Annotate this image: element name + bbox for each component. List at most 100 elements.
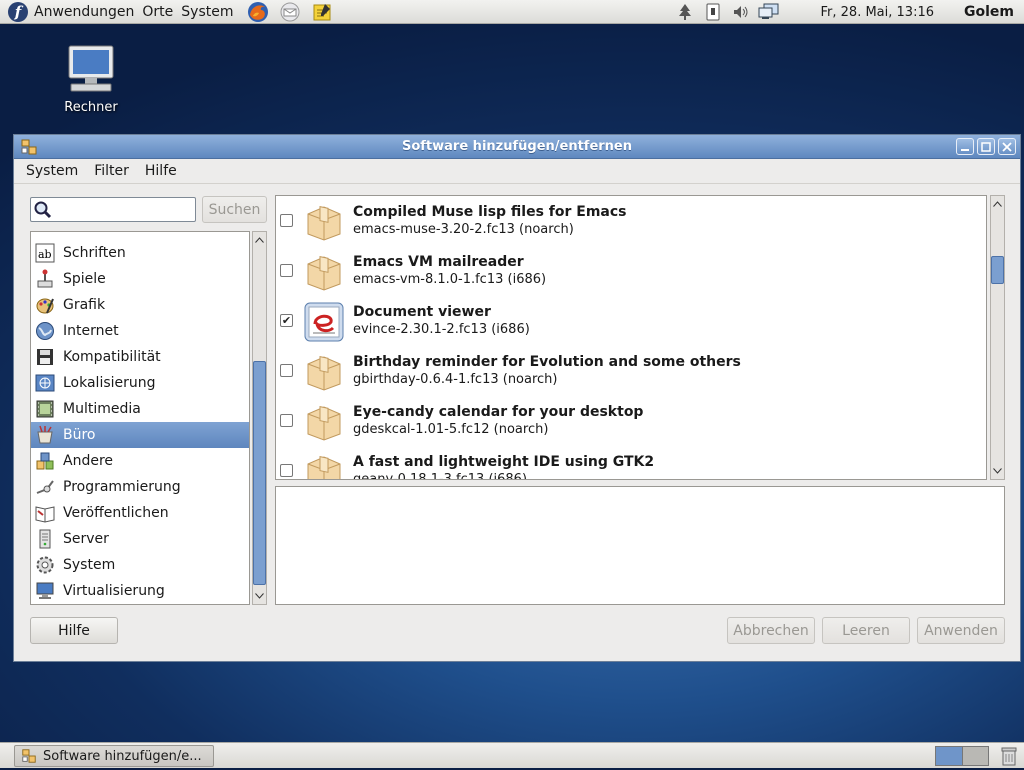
category-item[interactable]: Multimedia bbox=[31, 396, 249, 422]
package-version: emacs-vm-8.1.0-1.fc13 (i686) bbox=[353, 272, 547, 287]
help-button[interactable]: Hilfe bbox=[30, 617, 118, 644]
scroll-up-arrow-icon[interactable] bbox=[253, 233, 266, 247]
category-item[interactable]: Server bbox=[31, 526, 249, 552]
desktop-icon-computer[interactable]: Rechner bbox=[56, 44, 126, 115]
system-icon bbox=[34, 554, 56, 576]
package-list[interactable]: Compiled Muse lisp files for Emacs emacs-… bbox=[275, 195, 987, 480]
package-checkbox[interactable] bbox=[280, 464, 293, 477]
menu-help-item[interactable]: Hilfe bbox=[137, 163, 185, 179]
category-label: Andere bbox=[63, 453, 114, 469]
package-name: Compiled Muse lisp files for Emacs bbox=[353, 204, 627, 220]
category-label: Server bbox=[63, 531, 109, 547]
category-label: Multimedia bbox=[63, 401, 141, 417]
scroll-down-arrow-icon[interactable] bbox=[991, 464, 1004, 478]
package-name: Document viewer bbox=[353, 304, 491, 320]
package-manager-icon bbox=[22, 749, 36, 763]
workspace-switcher[interactable] bbox=[935, 746, 989, 766]
package-icon bbox=[303, 452, 345, 479]
programming-icon bbox=[34, 476, 56, 498]
apply-button[interactable]: Anwenden bbox=[917, 617, 1005, 644]
workspace-2[interactable] bbox=[962, 747, 988, 765]
search-field[interactable] bbox=[30, 197, 196, 222]
category-item[interactable]: Andere bbox=[31, 448, 249, 474]
package-name: Eye-candy calendar for your desktop bbox=[353, 404, 644, 420]
menu-system-item[interactable]: System bbox=[18, 163, 86, 179]
menu-places[interactable]: Orte bbox=[142, 4, 181, 20]
scroll-down-arrow-icon[interactable] bbox=[253, 589, 266, 603]
package-row[interactable]: Eye-candy calendar for your desktop gdesk… bbox=[276, 396, 986, 446]
workspace-1[interactable] bbox=[936, 747, 963, 765]
category-item[interactable]: Grafik bbox=[31, 292, 249, 318]
menu-system[interactable]: System bbox=[181, 4, 241, 20]
menu-filter-item[interactable]: Filter bbox=[86, 163, 137, 179]
menu-applications[interactable]: Anwendungen bbox=[34, 4, 142, 20]
package-row[interactable]: Compiled Muse lisp files for Emacs emacs-… bbox=[276, 196, 986, 246]
package-icon bbox=[303, 202, 345, 242]
bottom-panel: Software hinzufügen/e... bbox=[0, 742, 1024, 768]
window-titlebar[interactable]: Software hinzufügen/entfernen bbox=[14, 135, 1020, 159]
search-icon bbox=[34, 201, 52, 218]
clear-button[interactable]: Leeren bbox=[822, 617, 910, 644]
package-checkbox[interactable] bbox=[280, 364, 293, 377]
tree-icon[interactable] bbox=[674, 2, 696, 22]
package-scrollbar[interactable] bbox=[990, 195, 1005, 480]
category-label: Grafik bbox=[63, 297, 106, 313]
localization-icon bbox=[34, 372, 56, 394]
category-label: Veröffentlichen bbox=[63, 505, 169, 521]
search-button[interactable]: Suchen bbox=[202, 196, 267, 223]
mail-icon[interactable] bbox=[278, 2, 302, 22]
package-icon bbox=[303, 352, 345, 392]
user-name[interactable]: Golem bbox=[964, 4, 1014, 20]
package-checkbox[interactable] bbox=[280, 264, 293, 277]
fedora-logo-icon[interactable]: f bbox=[8, 1, 28, 22]
package-row[interactable]: Emacs VM mailreader emacs-vm-8.1.0-1.fc13… bbox=[276, 246, 986, 296]
category-item[interactable]: Lokalisierung bbox=[31, 370, 249, 396]
window-title: Software hinzufügen/entfernen bbox=[401, 139, 633, 154]
category-item[interactable]: Kompatibilität bbox=[31, 344, 249, 370]
network-icon[interactable] bbox=[758, 2, 780, 22]
package-icon bbox=[303, 252, 345, 292]
category-scrollbar[interactable] bbox=[252, 231, 267, 605]
scroll-up-arrow-icon[interactable] bbox=[991, 197, 1004, 211]
category-item[interactable]: Virtualisierung bbox=[31, 578, 249, 604]
package-icon bbox=[303, 402, 345, 442]
other-icon bbox=[34, 450, 56, 472]
minimize-button[interactable] bbox=[956, 138, 974, 155]
package-checkbox[interactable] bbox=[280, 414, 293, 427]
category-item[interactable]: System bbox=[31, 552, 249, 578]
package-row[interactable]: Birthday reminder for Evolution and some… bbox=[276, 346, 986, 396]
server-icon bbox=[34, 528, 56, 550]
notes-icon[interactable] bbox=[310, 2, 334, 22]
package-manager-icon bbox=[20, 138, 38, 160]
category-item[interactable]: Veröffentlichen bbox=[31, 500, 249, 526]
top-panel: f Anwendungen Orte System Fr, 28. Mai, 1… bbox=[0, 0, 1024, 24]
category-list[interactable]: ab Schriften Spiele Grafik Internet Kompatibi… bbox=[30, 231, 250, 605]
category-item[interactable]: Spiele bbox=[31, 266, 249, 292]
search-input[interactable] bbox=[55, 202, 191, 217]
add-remove-software-window: Software hinzufügen/entfernen System Fil… bbox=[13, 134, 1021, 662]
category-item[interactable]: ab Schriften bbox=[31, 240, 249, 266]
device-icon[interactable] bbox=[702, 2, 724, 22]
package-checkbox[interactable] bbox=[280, 214, 293, 227]
maximize-button[interactable] bbox=[977, 138, 995, 155]
category-item[interactable]: Internet bbox=[31, 318, 249, 344]
games-icon bbox=[34, 268, 56, 290]
close-button[interactable] bbox=[998, 138, 1016, 155]
package-name: Birthday reminder for Evolution and some… bbox=[353, 354, 741, 370]
package-row[interactable]: A fast and lightweight IDE using GTK2 gea… bbox=[276, 446, 986, 479]
category-item[interactable]: Büro bbox=[31, 422, 249, 448]
package-scroll-thumb[interactable] bbox=[991, 256, 1004, 284]
package-checkbox[interactable]: ✔ bbox=[280, 314, 293, 327]
package-row[interactable]: ✔ Document viewer evince-2.30.1-2.fc13 (i6… bbox=[276, 296, 986, 346]
firefox-icon[interactable] bbox=[246, 1, 270, 22]
clock[interactable]: Fr, 28. Mai, 13:16 bbox=[821, 5, 934, 20]
category-item[interactable]: Programmierung bbox=[31, 474, 249, 500]
volume-icon[interactable] bbox=[730, 2, 752, 22]
category-scroll-thumb[interactable] bbox=[253, 361, 266, 586]
internet-icon bbox=[34, 320, 56, 342]
monitor-icon bbox=[34, 580, 56, 602]
package-version: gdeskcal-1.01-5.fc12 (noarch) bbox=[353, 422, 549, 437]
trash-icon[interactable] bbox=[1000, 746, 1018, 770]
cancel-button[interactable]: Abbrechen bbox=[727, 617, 815, 644]
taskbar-window-button[interactable]: Software hinzufügen/e... bbox=[14, 745, 214, 767]
